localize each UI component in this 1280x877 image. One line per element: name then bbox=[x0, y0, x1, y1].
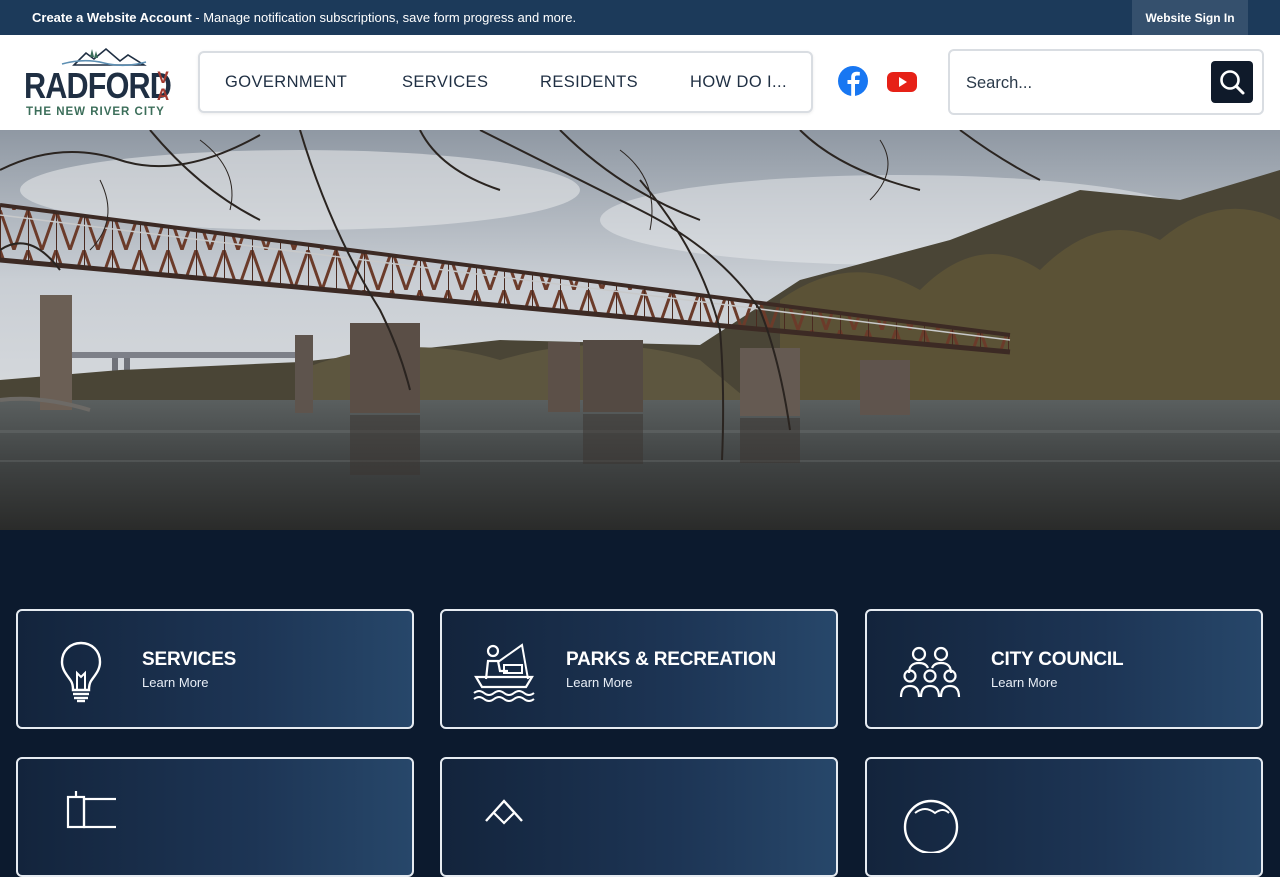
mountains-logo-icon bbox=[61, 47, 147, 67]
nav-item-how-do-i[interactable]: HOW DO I... bbox=[690, 73, 787, 92]
house-icon bbox=[485, 799, 523, 825]
nav-item-government[interactable]: GOVERNMENT bbox=[225, 73, 347, 92]
card-row2-3[interactable] bbox=[865, 757, 1263, 877]
create-account-description: - Manage notification subscriptions, sav… bbox=[191, 10, 577, 25]
card-services-learn-more[interactable]: Learn More bbox=[142, 675, 208, 690]
nav-item-services[interactable]: SERVICES bbox=[402, 73, 488, 92]
fishing-boat-icon bbox=[473, 643, 535, 702]
logo-state-v: V bbox=[157, 68, 169, 87]
search-box bbox=[948, 49, 1264, 115]
search-icon bbox=[1220, 70, 1245, 95]
search-input[interactable] bbox=[966, 69, 1196, 97]
youtube-icon[interactable] bbox=[886, 65, 918, 97]
create-account-link[interactable]: Create a Website Account bbox=[32, 10, 192, 25]
card-services-title: SERVICES bbox=[142, 649, 237, 670]
logo-state-a: A bbox=[156, 85, 170, 104]
site-header: RADFORD V A THE NEW RIVER CITY GOVERNMEN… bbox=[0, 35, 1280, 130]
logo-name: RADFORD bbox=[24, 65, 172, 106]
hero-image bbox=[0, 130, 1280, 530]
facebook-icon[interactable] bbox=[837, 65, 869, 97]
lightbulb-icon bbox=[60, 641, 102, 703]
building-icon bbox=[66, 791, 116, 829]
card-row2-2[interactable] bbox=[440, 757, 838, 877]
globe-icon bbox=[903, 799, 959, 853]
card-city-council-learn-more[interactable]: Learn More bbox=[991, 675, 1057, 690]
main-navigation: GOVERNMENT SERVICES RESIDENTS HOW DO I..… bbox=[198, 51, 813, 113]
website-sign-in-button[interactable]: Website Sign In bbox=[1132, 0, 1248, 35]
create-account-message[interactable]: Create a Website Account - Manage notifi… bbox=[32, 10, 576, 25]
card-city-council-title: CITY COUNCIL bbox=[991, 649, 1124, 670]
card-services[interactable]: SERVICES Learn More bbox=[16, 609, 414, 729]
quick-links: SERVICES Learn More PARKS & RECREATION L… bbox=[0, 530, 1280, 877]
search-button[interactable] bbox=[1211, 61, 1253, 103]
nav-item-residents[interactable]: RESIDENTS bbox=[540, 73, 638, 92]
logo-state: V A bbox=[156, 69, 170, 103]
card-row2-1[interactable] bbox=[16, 757, 414, 877]
card-parks-recreation[interactable]: PARKS & RECREATION Learn More bbox=[440, 609, 838, 729]
bridge-river-photo bbox=[0, 130, 1280, 530]
card-city-council[interactable]: CITY COUNCIL Learn More bbox=[865, 609, 1263, 729]
people-group-icon bbox=[899, 646, 961, 698]
notification-bar: Create a Website Account - Manage notifi… bbox=[0, 0, 1280, 35]
radford-logo[interactable]: RADFORD V A THE NEW RIVER CITY bbox=[24, 45, 174, 123]
card-parks-learn-more[interactable]: Learn More bbox=[566, 675, 632, 690]
card-parks-title: PARKS & RECREATION bbox=[566, 649, 776, 670]
logo-tagline: THE NEW RIVER CITY bbox=[26, 106, 165, 118]
